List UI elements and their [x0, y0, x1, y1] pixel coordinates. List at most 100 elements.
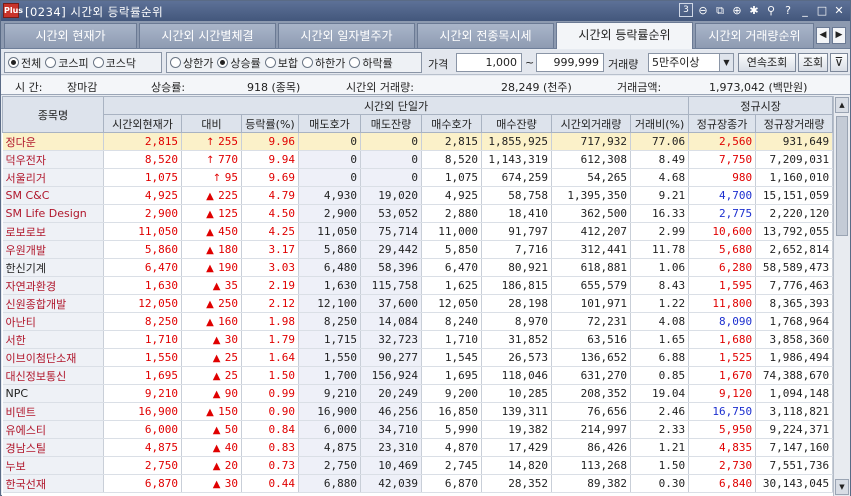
vertical-scrollbar[interactable]: ▲ ▼ [833, 96, 850, 496]
table-row[interactable]: 비덴트 16,900 ▲ 150 0.90 16,900 46,256 16,850 139,3… [2, 402, 834, 421]
radio-dot-icon[interactable] [8, 57, 19, 68]
trend-radio-3[interactable]: 보합 [264, 55, 298, 71]
table-row[interactable]: 유에스티 6,000 ▲ 50 0.84 6,000 34,710 5,990 19,382 21… [2, 420, 834, 439]
column-header-1[interactable]: 시간외현재가 [103, 114, 182, 133]
trend-radio-5[interactable]: 하락률 [349, 55, 393, 71]
radio-dot-icon[interactable] [302, 57, 313, 68]
stock-name-cell[interactable]: SM C&C [2, 186, 104, 205]
column-header-5[interactable]: 매도잔량 [360, 114, 422, 133]
pin-icon[interactable]: ⚲ [764, 3, 778, 18]
table-row[interactable]: NPC 9,210 ▲ 90 0.99 9,210 20,249 9,200 10,285 208… [2, 384, 834, 403]
trend-radio-4[interactable]: 하한가 [302, 55, 345, 71]
radio-dot-icon[interactable] [217, 57, 229, 68]
query-button[interactable]: 조회 [798, 53, 828, 72]
radio-dot-icon[interactable] [92, 57, 104, 68]
scroll-down-icon[interactable]: ▼ [835, 479, 849, 495]
price-max-input[interactable]: 999,999 [536, 53, 604, 72]
radio-dot-icon[interactable] [264, 57, 276, 68]
column-header-10[interactable]: 정규장종가 [688, 114, 757, 133]
table-row[interactable]: 신원종합개발 12,050 ▲ 250 2.12 12,100 37,600 12,050 28… [2, 294, 834, 313]
table-row[interactable]: 자연과환경 1,630 ▲ 35 2.19 1,630 115,758 1,625 186,81… [2, 276, 834, 295]
stock-name-cell[interactable]: 유에스티 [2, 420, 104, 439]
table-row[interactable]: 경남스틸 4,875 ▲ 40 0.83 4,875 23,310 4,870 17,429 86… [2, 438, 834, 457]
stock-name-cell[interactable]: 경남스틸 [2, 438, 104, 457]
tab-next-icon[interactable]: ▶ [832, 27, 846, 44]
table-row[interactable]: 누보 2,750 ▲ 20 0.73 2,750 10,469 2,745 14,820 113,… [2, 456, 834, 475]
stock-name-cell[interactable]: 덕우전자 [2, 150, 104, 169]
tab-3[interactable]: 시간외 일자별주가 [278, 23, 415, 48]
table-row[interactable]: SM Life Design 2,900 ▲ 125 4.50 2,900 53,052 2,… [2, 204, 834, 223]
table-row[interactable]: 덕우전자 8,520 ↑ 770 9.94 0 0 8,520 1,143,319 612,308… [2, 150, 834, 169]
market-radio-1[interactable]: 전체 [8, 55, 41, 71]
tab-5[interactable]: 시간외 등락률순위 [556, 22, 693, 49]
stock-name-cell[interactable]: 정다운 [2, 132, 104, 151]
column-header-4[interactable]: 매도호가 [298, 114, 361, 133]
stock-name-cell[interactable]: 대신정보통신 [2, 366, 104, 385]
stock-name-cell[interactable]: 신원종합개발 [2, 294, 104, 313]
market-radio-3[interactable]: 코스닥 [92, 55, 136, 71]
tab-4[interactable]: 시간외 전종목시세 [417, 23, 554, 48]
table-row[interactable]: 정다운 2,815 ↑ 255 9.96 0 0 2,815 1,855,925 717,932 7… [2, 132, 834, 151]
stock-name-cell[interactable]: 누보 [2, 456, 104, 475]
continuous-query-button[interactable]: 연속조회 [738, 53, 796, 72]
column-header-7[interactable]: 매수잔량 [481, 114, 552, 133]
column-header-3[interactable]: 등락률(%) [241, 114, 299, 133]
tab-6[interactable]: 시간외 거래량순위 [695, 23, 814, 48]
tab-prev-icon[interactable]: ◀ [816, 27, 830, 44]
column-header-8[interactable]: 시간외거래량 [551, 114, 631, 133]
trend-radio-1[interactable]: 상한가 [170, 55, 213, 71]
tab-2[interactable]: 시간외 시간별체결 [139, 23, 276, 48]
ranking-table-container[interactable]: 종목명 시간외 단일가 정규시장 시간외현재가 대비 등락률(%) 매도호가 매도잔량 매… [2, 96, 850, 496]
screen-number-icon[interactable]: 3 [679, 3, 693, 17]
chevron-down-icon[interactable]: ▼ [719, 54, 733, 71]
stock-name-cell[interactable]: 이브이첨단소재 [2, 348, 104, 367]
stock-name-cell[interactable]: 한신기계 [2, 258, 104, 277]
help-icon[interactable]: ? [781, 3, 795, 18]
settings-icon[interactable]: ✱ [747, 3, 761, 18]
table-row[interactable]: 한신기계 6,470 ▲ 190 3.03 6,480 58,396 6,470 80,921 6… [2, 258, 834, 277]
stock-name-cell[interactable]: NPC [2, 384, 104, 403]
stock-name-cell[interactable]: 서울리거 [2, 168, 104, 187]
header-stock-name[interactable]: 종목명 [2, 96, 104, 133]
zoom-in-icon[interactable]: ⊕ [730, 3, 744, 18]
table-row[interactable]: 우원개발 5,860 ▲ 180 3.17 5,860 29,442 5,850 7,716 31… [2, 240, 834, 259]
table-row[interactable]: 한국선재 6,870 ▲ 30 0.44 6,880 42,039 6,870 28,352 89… [2, 474, 834, 493]
stock-name-cell[interactable]: 비덴트 [2, 402, 104, 421]
table-row[interactable]: SM C&C 4,925 ▲ 225 4.79 4,930 19,020 4,925 58,75… [2, 186, 834, 205]
tab-1[interactable]: 시간외 현재가 [4, 23, 137, 48]
scroll-up-icon[interactable]: ▲ [835, 97, 849, 113]
column-header-2[interactable]: 대비 [181, 114, 242, 133]
title-bar[interactable]: Plus [0234] 시간외 등락률순위 3 ⊖ ⧉ ⊕ ✱ ⚲? _ □ ✕ [1, 1, 850, 21]
maximize-icon[interactable]: □ [815, 3, 829, 18]
stock-name-cell[interactable]: SM Life Design [2, 204, 104, 223]
column-header-6[interactable]: 매수호가 [421, 114, 482, 133]
stock-name-cell[interactable]: 자연과환경 [2, 276, 104, 295]
table-row[interactable]: 아난티 8,250 ▲ 160 1.98 8,250 14,084 8,240 8,970 72,… [2, 312, 834, 331]
trend-radio-2[interactable]: 상승률 [217, 55, 261, 71]
scrollbar-thumb[interactable] [836, 116, 848, 236]
close-icon[interactable]: ✕ [832, 3, 846, 18]
radio-dot-icon[interactable] [45, 57, 57, 68]
table-row[interactable]: 서한 1,710 ▲ 30 1.79 1,715 32,723 1,710 31,852 63,5… [2, 330, 834, 349]
radio-dot-icon[interactable] [170, 57, 181, 68]
table-row[interactable]: 대신정보통신 1,695 ▲ 25 1.50 1,700 156,924 1,695 118,0… [2, 366, 834, 385]
table-row[interactable]: 이브이첨단소재 1,550 ▲ 25 1.64 1,550 90,277 1,545 26,57… [2, 348, 834, 367]
stock-name-cell[interactable]: 아난티 [2, 312, 104, 331]
table-row[interactable]: 로보로보 11,050 ▲ 450 4.25 11,050 75,714 11,000 91,7… [2, 222, 834, 241]
table-row[interactable]: 서울리거 1,075 ↑ 95 9.69 0 0 1,075 674,259 54,265 4.68… [2, 168, 834, 187]
stock-name-cell[interactable]: 우원개발 [2, 240, 104, 259]
column-header-9[interactable]: 거래비(%) [629, 114, 690, 133]
stock-name-cell[interactable]: 로보로보 [2, 222, 104, 241]
stock-name-cell[interactable]: 한국선재 [2, 474, 104, 493]
radio-dot-icon[interactable] [349, 57, 361, 68]
price-cell: 5,860 [103, 240, 182, 259]
zoom-out-icon[interactable]: ⊖ [696, 3, 710, 18]
filter-icon[interactable]: ⊽ [830, 53, 848, 72]
price-min-input[interactable]: 1,000 [456, 53, 522, 72]
minimize-icon[interactable]: _ [798, 3, 812, 18]
volume-select[interactable]: 5만주이상 ▼ [648, 53, 734, 72]
market-radio-2[interactable]: 코스피 [45, 55, 89, 71]
stock-name-cell[interactable]: 서한 [2, 330, 104, 349]
column-header-11[interactable]: 정규장거래량 [755, 114, 834, 133]
link-icon[interactable]: ⧉ [713, 3, 727, 18]
